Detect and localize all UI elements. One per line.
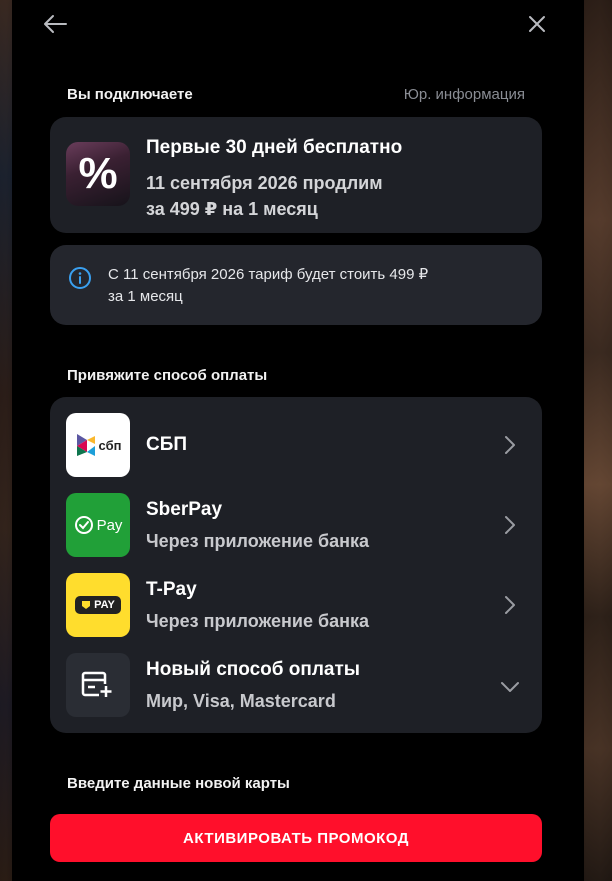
arrow-left-icon (44, 15, 67, 33)
legal-info-link[interactable]: Юр. информация (404, 86, 525, 103)
chevron-down-icon (500, 677, 520, 697)
close-button[interactable] (523, 10, 551, 38)
tariff-notice-line1: С 11 сентября 2026 тариф будет стоить 49… (108, 266, 429, 283)
payment-method-name: СБП (146, 434, 188, 455)
backdrop-left-strip (0, 0, 12, 881)
payment-method-name: Новый способ оплаты (146, 659, 361, 680)
sbp-logo-mark (76, 434, 95, 456)
tpay-shield-icon (82, 601, 91, 609)
sbp-logo-text: сбп (98, 437, 122, 453)
offer-details-line1: 11 сентября 2026 продлим (146, 173, 383, 193)
back-button[interactable] (41, 10, 69, 38)
activate-promocode-button[interactable]: АКТИВИРОВАТЬ ПРОМОКОД (50, 814, 542, 862)
payment-method-subtitle: Мир, Visa, Mastercard (146, 691, 336, 711)
payment-method-name: SberPay (146, 499, 223, 520)
payment-method-subtitle: Через приложение банка (146, 611, 370, 631)
payment-method-sberpay[interactable]: Pay SberPay Через приложение банка (50, 477, 542, 557)
offer-card: % Первые 30 дней бесплатно 11 сентября 2… (50, 117, 542, 233)
backdrop-right-strip (584, 0, 612, 881)
tariff-notice-text: С 11 сентября 2026 тариф будет стоить 49… (108, 264, 528, 308)
offer-details: 11 сентября 2026 продлим за 499 ₽ на 1 м… (146, 170, 526, 222)
close-icon (529, 16, 545, 32)
payment-section-title: Привяжите способ оплаты (67, 367, 268, 384)
subscription-section-title: Вы подключаете (67, 86, 193, 103)
sberpay-check-icon (74, 516, 93, 534)
chevron-right-icon (500, 595, 520, 615)
tpay-logo: PAY (66, 573, 130, 637)
card-entry-title: Введите данные новой карты (67, 775, 290, 792)
sberpay-logo: Pay (66, 493, 130, 557)
sberpay-logo-text: Pay (96, 516, 123, 534)
payment-method-tpay[interactable]: PAY T-Pay Через приложение банка (50, 557, 542, 637)
tariff-notice-line2: за 1 месяц (108, 288, 183, 305)
payment-methods-list: сбп СБП Pay SberPay Через приложение бан… (50, 397, 542, 733)
payment-modal: Вы подключаете Юр. информация % Первые 3… (12, 0, 584, 881)
new-card-icon (66, 653, 130, 717)
chevron-right-icon (500, 435, 520, 455)
payment-method-name: T-Pay (146, 579, 197, 600)
payment-method-sbp[interactable]: сбп СБП (50, 397, 542, 477)
sbp-logo: сбп (66, 413, 130, 477)
tpay-logo-plate: PAY (75, 596, 121, 614)
tpay-logo-text: PAY (94, 599, 115, 611)
percent-badge-icon: % (66, 142, 130, 206)
tariff-notice: С 11 сентября 2026 тариф будет стоить 49… (50, 245, 542, 325)
chevron-right-icon (500, 515, 520, 535)
card-plus-icon (81, 671, 113, 698)
payment-method-new-card[interactable]: Новый способ оплаты Мир, Visa, Mastercar… (50, 637, 542, 717)
payment-method-subtitle: Через приложение банка (146, 531, 370, 551)
offer-details-line2: за 499 ₽ на 1 месяц (146, 199, 318, 219)
info-icon (69, 267, 91, 289)
offer-title: Первые 30 дней бесплатно (146, 137, 403, 158)
